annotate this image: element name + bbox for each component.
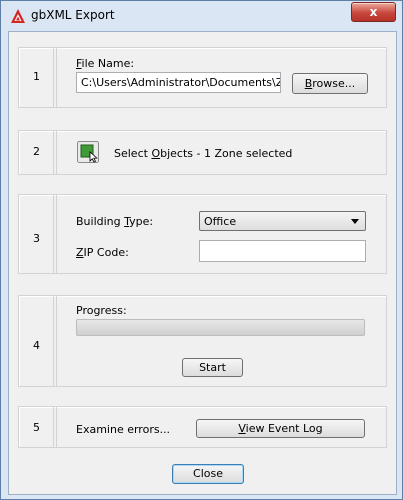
select-objects-icon[interactable] bbox=[77, 141, 99, 163]
autocad-app-icon bbox=[11, 9, 25, 23]
step-number: 4 bbox=[33, 339, 40, 352]
window-close-button[interactable]: x bbox=[351, 2, 396, 22]
step-number: 1 bbox=[33, 70, 40, 83]
step-number: 3 bbox=[33, 232, 40, 245]
gbxml-export-window: gbXML Export x 1 File Name: C:\Users\Adm… bbox=[0, 0, 403, 500]
step-1-panel: 1 File Name: C:\Users\Administrator\Docu… bbox=[18, 47, 387, 108]
building-type-dropdown[interactable]: Office bbox=[199, 211, 366, 231]
progress-bar bbox=[76, 319, 365, 336]
step-2-panel: 2 Select Objects - 1 Zone selected bbox=[18, 130, 387, 175]
file-path-input[interactable]: C:\Users\Administrator\Documents\Zone bbox=[76, 72, 281, 93]
progress-label: Progress: bbox=[76, 304, 127, 317]
chevron-down-icon bbox=[351, 219, 359, 224]
start-button[interactable]: Start bbox=[182, 358, 243, 377]
dialog-body: 1 File Name: C:\Users\Administrator\Docu… bbox=[8, 31, 397, 495]
step-5-panel: 5 Examine errors... View Event Log bbox=[18, 406, 387, 448]
zip-code-input[interactable] bbox=[199, 240, 366, 262]
step-number: 5 bbox=[33, 421, 40, 434]
close-button[interactable]: Close bbox=[172, 464, 244, 484]
window-title: gbXML Export bbox=[31, 8, 115, 22]
step-4-panel: 4 Progress: Start bbox=[18, 295, 387, 387]
step-3-panel: 3 Building Type: Office ZIP Code: bbox=[18, 194, 387, 274]
title-bar[interactable]: gbXML Export x bbox=[1, 1, 402, 31]
examine-errors-label: Examine errors... bbox=[76, 423, 171, 436]
step-number: 2 bbox=[33, 145, 40, 158]
zip-code-label: ZIP Code: bbox=[76, 246, 129, 259]
select-objects-label: Select Objects - 1 Zone selected bbox=[114, 147, 293, 160]
view-event-log-button[interactable]: View Event Log bbox=[196, 419, 365, 438]
file-name-label: File Name: bbox=[76, 57, 135, 70]
building-type-value: Office bbox=[204, 215, 237, 228]
browse-button[interactable]: Browse... bbox=[292, 73, 368, 94]
building-type-label: Building Type: bbox=[76, 215, 154, 228]
